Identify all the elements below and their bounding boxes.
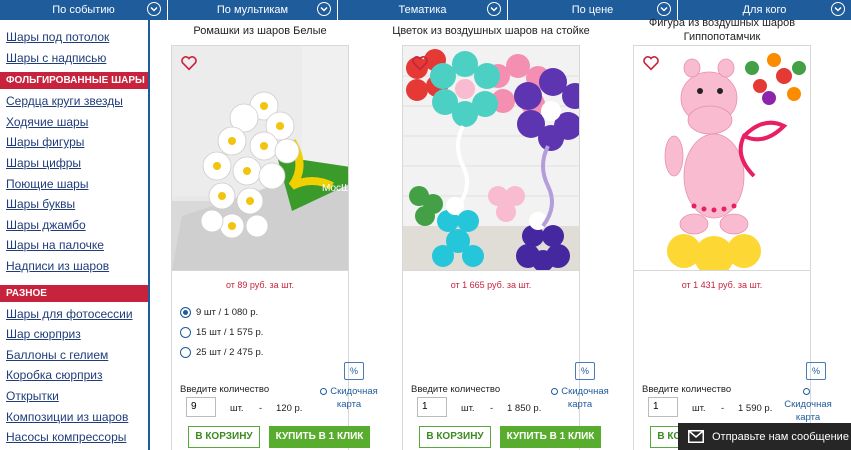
- total-price: 1 590 р.: [738, 403, 773, 414]
- option-label: 9 шт / 1 080 р.: [196, 306, 259, 318]
- dash: -: [259, 403, 263, 414]
- tab-label: По событию: [52, 4, 115, 16]
- sidebar-item-walking-balloons[interactable]: Ходячие шары: [0, 112, 148, 133]
- sidebar: Шары под потолок Шары с надписью ФОЛЬГИР…: [0, 20, 150, 450]
- divider: [172, 270, 348, 271]
- buy-one-click-button[interactable]: КУПИТЬ В 1 КЛИК: [269, 426, 370, 448]
- heart-icon[interactable]: [642, 54, 660, 72]
- sidebar-item-jumbo-balloons[interactable]: Шары джамбо: [0, 215, 148, 236]
- sidebar-item-figure-balloons[interactable]: Шары фигуры: [0, 132, 148, 153]
- product-image[interactable]: МосШар: [172, 46, 348, 270]
- sidebar-item-pumps-compressors[interactable]: Насосы компрессоры: [0, 427, 148, 448]
- product-card: Фигура из воздушных шаров Гиппопотамчик: [633, 0, 832, 450]
- product-price: от 1 431 руб. за шт.: [681, 280, 763, 290]
- radio-icon[interactable]: [320, 388, 328, 395]
- unit-label: шт.: [230, 403, 244, 414]
- radio-icon[interactable]: [180, 326, 191, 338]
- dash: -: [721, 403, 725, 414]
- sidebar-item-letter-balloons[interactable]: Шары буквы: [0, 194, 148, 215]
- quantity-input[interactable]: 1: [648, 397, 678, 417]
- product-title[interactable]: Цветок из воздушных шаров на стойке: [382, 24, 600, 38]
- sidebar-section-header-foil: ФОЛЬГИРОВАННЫЕ ШАРЫ: [0, 72, 148, 90]
- radio-selected-icon[interactable]: [180, 306, 191, 318]
- product-title[interactable]: Ромашки из шаров Белые: [151, 24, 369, 38]
- discount-card-option[interactable]: Скидочная карта: [549, 385, 611, 411]
- total-price: 1 850 р.: [507, 403, 542, 414]
- discount-card-option[interactable]: Скидочная карта: [780, 385, 836, 424]
- divider: [403, 270, 579, 271]
- radio-icon[interactable]: [180, 346, 191, 358]
- sidebar-item-hearts-circles-stars[interactable]: Сердца круги звезды: [0, 91, 148, 112]
- radio-icon[interactable]: [551, 388, 559, 395]
- buy-one-click-button[interactable]: КУПИТЬ В 1 КЛИК: [500, 426, 601, 448]
- quantity-input[interactable]: 1: [417, 397, 447, 417]
- sidebar-item-postcards[interactable]: Открытки: [0, 386, 148, 407]
- sidebar-item-photoshoot-balloons[interactable]: Шары для фотосессии: [0, 304, 148, 325]
- add-to-cart-button[interactable]: В КОРЗИНУ: [419, 426, 491, 448]
- product-box: от 1 431 руб. за шт. % Введите количеств…: [633, 45, 832, 450]
- discount-percent-icon[interactable]: %: [575, 362, 595, 380]
- discount-card-option[interactable]: Скидочная карта: [318, 385, 380, 411]
- discount-percent-icon[interactable]: %: [344, 362, 364, 380]
- quantity-label: Введите количество: [642, 384, 732, 395]
- size-option[interactable]: 25 шт / 2 475 р.: [180, 342, 263, 362]
- option-label: 25 шт / 2 475 р.: [196, 346, 264, 358]
- product-price: от 1 665 руб. за шт.: [450, 280, 532, 290]
- product-card: Ромашки из шаров Белые МосШ от 89 руб. з…: [171, 0, 378, 450]
- product-price: от 89 руб. за шт.: [225, 280, 295, 290]
- sidebar-item-helium-tanks[interactable]: Баллоны с гелием: [0, 345, 148, 366]
- discount-label: Скидочная карта: [561, 386, 609, 410]
- size-option[interactable]: 15 шт / 1 575 р.: [180, 322, 263, 342]
- tab-by-event[interactable]: По событию: [0, 0, 168, 20]
- sidebar-item-stick-balloons[interactable]: Шары на палочке: [0, 235, 148, 256]
- quantity-label: Введите количество: [411, 384, 501, 395]
- discount-label: Скидочная карта: [330, 386, 378, 410]
- sidebar-item-ceiling-balloons[interactable]: Шары под потолок: [0, 27, 148, 48]
- sidebar-item-number-balloons[interactable]: Шары цифры: [0, 153, 148, 174]
- sidebar-item-singing-balloons[interactable]: Поющие шары: [0, 174, 148, 195]
- total-price: 120 р.: [276, 403, 303, 414]
- chat-widget[interactable]: Отправьте нам сообщение: [678, 423, 851, 450]
- sidebar-item-surprise-box[interactable]: Коробка сюрприз: [0, 365, 148, 386]
- dash: -: [490, 403, 494, 414]
- discount-percent-icon[interactable]: %: [806, 362, 826, 380]
- product-title[interactable]: Фигура из воздушных шаров Гиппопотамчик: [613, 16, 831, 44]
- chevron-down-icon: [831, 2, 845, 16]
- sidebar-item-balloon-compositions[interactable]: Композиции из шаров: [0, 407, 148, 428]
- unit-label: шт.: [461, 403, 475, 414]
- sidebar-item-balloons-with-text[interactable]: Шары с надписью: [0, 48, 148, 69]
- size-options: 9 шт / 1 080 р. 15 шт / 1 575 р. 25 шт /…: [180, 302, 263, 362]
- sidebar-section-header-misc: РАЗНОЕ: [0, 284, 148, 302]
- quantity-input[interactable]: 9: [186, 397, 216, 417]
- sidebar-item-surprise-balloon[interactable]: Шар сюрприз: [0, 324, 148, 345]
- product-card: Цветок из воздушных шаров на стойке от 1…: [392, 0, 609, 450]
- add-to-cart-button[interactable]: В КОРЗИНУ: [188, 426, 260, 448]
- discount-label: Скидочная карта: [784, 399, 832, 423]
- product-box: от 1 665 руб. за шт. % Введите количеств…: [402, 45, 609, 450]
- heart-icon[interactable]: [411, 54, 429, 72]
- chevron-down-icon: [147, 2, 161, 16]
- option-label: 15 шт / 1 575 р.: [196, 326, 264, 338]
- sidebar-item-balloon-lettering[interactable]: Надписи из шаров: [0, 256, 148, 277]
- heart-icon[interactable]: [180, 54, 198, 72]
- product-image[interactable]: [403, 46, 579, 270]
- radio-icon[interactable]: [803, 388, 810, 395]
- product-image[interactable]: [634, 46, 810, 270]
- unit-label: шт.: [692, 403, 706, 414]
- divider: [634, 270, 810, 271]
- watermark-text: МосШар: [322, 183, 348, 194]
- product-box: МосШар от 89 руб. за шт. 9 шт / 1 080 р.…: [171, 45, 378, 450]
- envelope-icon: [688, 430, 704, 443]
- size-option[interactable]: 9 шт / 1 080 р.: [180, 302, 263, 322]
- quantity-label: Введите количество: [180, 384, 270, 395]
- chat-label: Отправьте нам сообщение: [712, 430, 849, 443]
